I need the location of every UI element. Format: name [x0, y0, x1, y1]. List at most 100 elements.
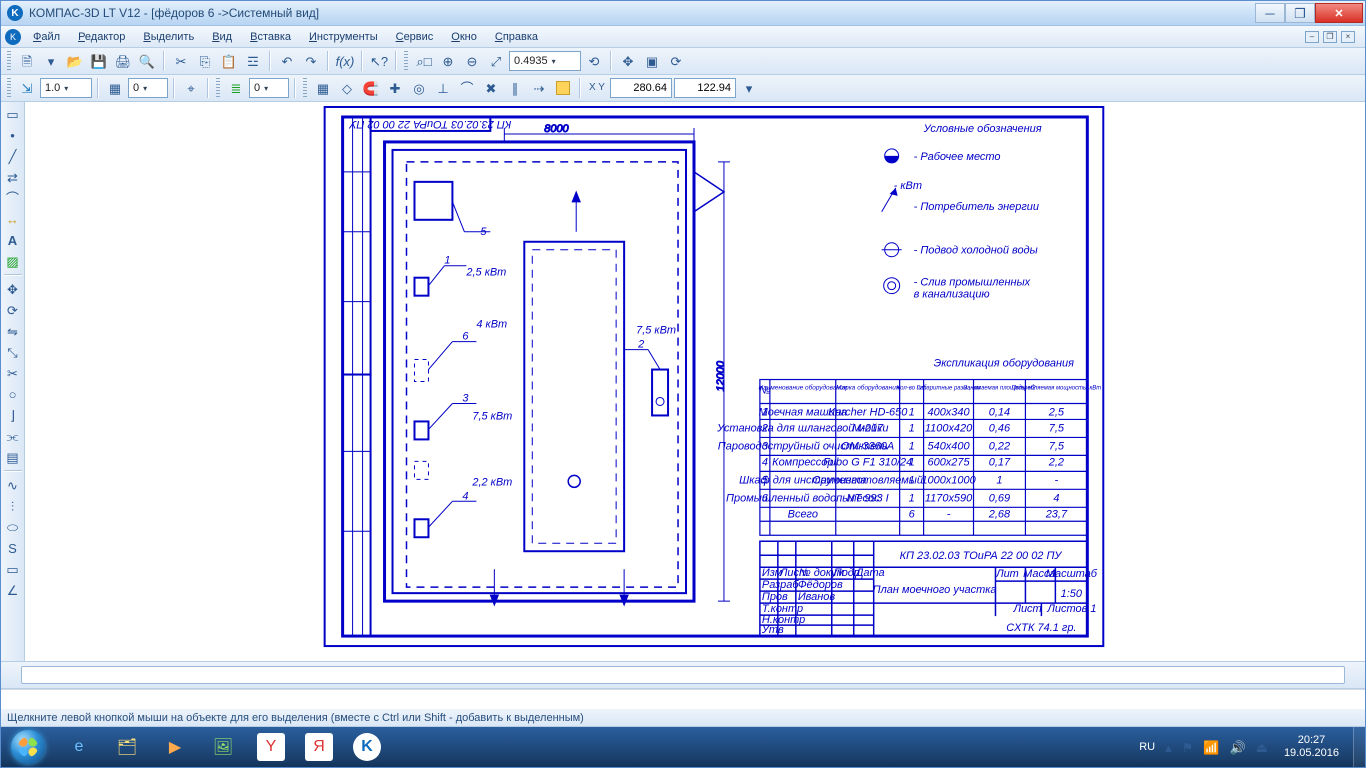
task-kompas[interactable]: K — [343, 727, 391, 767]
snap-int-icon[interactable]: ✚ — [384, 77, 406, 99]
linetype-button[interactable]: ≣ — [225, 77, 247, 99]
snap-tan-icon[interactable]: ⌒ — [456, 77, 478, 99]
zoom-in-button[interactable]: ⊕ — [437, 50, 459, 72]
edit-rotate-icon[interactable]: ⟳ — [3, 300, 23, 320]
redraw-button[interactable]: ⟳ — [665, 50, 687, 72]
snap-button[interactable]: ⌖ — [180, 77, 202, 99]
curve-bezier-icon[interactable]: S — [3, 538, 23, 558]
task-explorer[interactable]: 🗂 — [103, 727, 151, 767]
curve-ellipse-icon[interactable]: ⬭ — [3, 517, 23, 537]
curve-rect-icon[interactable]: ▭ — [3, 559, 23, 579]
preview-button[interactable]: 🔍 — [136, 50, 158, 72]
geometry-text-icon[interactable]: A — [3, 230, 23, 250]
snap-end-icon[interactable]: ◇ — [336, 77, 358, 99]
taskbar-clock[interactable]: 20:27 19.05.2016 — [1278, 734, 1345, 759]
line-weight-combo[interactable]: 1.0▾ — [40, 78, 92, 98]
network-icon[interactable]: 📶 — [1203, 741, 1219, 754]
layer-button[interactable]: ▦ — [104, 77, 126, 99]
eject-icon[interactable]: ⏏ — [1256, 741, 1268, 754]
task-yandex2[interactable]: Я — [295, 727, 343, 767]
edit-circle-icon[interactable]: ○ — [3, 384, 23, 404]
zoom-dynamic-button[interactable]: ⤢ — [485, 50, 507, 72]
geometry-dim-icon[interactable]: ↔ — [3, 209, 23, 229]
edit-fillet-icon[interactable]: ⌋ — [3, 405, 23, 425]
sound-icon[interactable]: 🔊 — [1229, 741, 1245, 754]
drawing-workspace[interactable]: КП 23.02.03 ТОиРА 22 00 02 ПУ — [25, 102, 1365, 661]
menu-service[interactable]: Сервис — [388, 29, 442, 45]
menu-editor[interactable]: Редактор — [70, 29, 133, 45]
curve-angle-icon[interactable]: ∠ — [3, 580, 23, 600]
print-button[interactable]: 🖨 — [112, 50, 134, 72]
curve-spline-icon[interactable]: ∿ — [3, 475, 23, 495]
task-media[interactable]: ▶ — [151, 727, 199, 767]
task-yandex1[interactable]: Y — [247, 727, 295, 767]
edit-mirror-icon[interactable]: ⇋ — [3, 321, 23, 341]
edit-array-icon[interactable]: ▤ — [3, 447, 23, 467]
geometry-hlink-icon[interactable]: ⇄ — [3, 167, 23, 187]
task-ie[interactable]: e — [55, 727, 103, 767]
menu-select[interactable]: Выделить — [135, 29, 202, 45]
undo-button[interactable]: ↶ — [276, 50, 298, 72]
curve-poly-icon[interactable]: ⫶ — [3, 496, 23, 516]
new-menu-button[interactable]: ▾ — [40, 50, 62, 72]
pan-button[interactable]: ✥ — [617, 50, 639, 72]
start-button[interactable] — [1, 727, 55, 767]
flag-icon[interactable]: ⚑ — [1182, 741, 1194, 754]
zoom-prev-button[interactable]: ⟲ — [583, 50, 605, 72]
menu-insert[interactable]: Вставка — [242, 29, 299, 45]
grid-button[interactable]: ▦ — [312, 77, 334, 99]
int1-combo[interactable]: 0▾ — [128, 78, 168, 98]
geometry-arc-icon[interactable]: ⌒ — [3, 188, 23, 208]
mdi-close-button[interactable]: × — [1341, 31, 1355, 43]
tray-up-icon[interactable]: ▴ — [1165, 741, 1172, 754]
mdi-restore-button[interactable]: ❐ — [1323, 31, 1337, 43]
snap-near-icon[interactable]: ✖ — [480, 77, 502, 99]
zoom-all-button[interactable]: ▣ — [641, 50, 663, 72]
geometry-hatch-icon[interactable]: ▨ — [3, 251, 23, 271]
ortho-button[interactable]: ⇲ — [16, 77, 38, 99]
edit-move-icon[interactable]: ✥ — [3, 279, 23, 299]
variable-button[interactable]: f(x) — [334, 50, 356, 72]
coord-y-input[interactable]: 122.94 — [674, 78, 736, 98]
command-prompt-input[interactable] — [21, 666, 1345, 684]
menu-window[interactable]: Окно — [443, 29, 485, 45]
geometry-line-icon[interactable]: ╱ — [3, 146, 23, 166]
geometry-point-icon[interactable]: • — [3, 125, 23, 145]
zoom-out-button[interactable]: ⊖ — [461, 50, 483, 72]
snap-par-icon[interactable]: ∥ — [504, 77, 526, 99]
coord-x-input[interactable]: 280.64 — [610, 78, 672, 98]
properties-button[interactable]: ☲ — [242, 50, 264, 72]
mdi-app-icon[interactable]: K — [5, 29, 21, 45]
menu-view[interactable]: Вид — [204, 29, 240, 45]
menu-tools[interactable]: Инструменты — [301, 29, 386, 45]
edit-scale-icon[interactable]: ⤡ — [3, 342, 23, 362]
menu-file[interactable]: Файл — [25, 29, 68, 45]
task-pictures[interactable]: 🖼 — [199, 727, 247, 767]
snap-node-icon[interactable] — [552, 77, 574, 99]
geometry-select-icon[interactable]: ▭ — [3, 104, 23, 124]
redo-button[interactable]: ↷ — [300, 50, 322, 72]
save-button[interactable]: 💾 — [88, 50, 110, 72]
int2-combo[interactable]: 0▾ — [249, 78, 289, 98]
maximize-button[interactable]: ❐ — [1285, 3, 1315, 23]
open-button[interactable]: 📂 — [64, 50, 86, 72]
minimize-button[interactable]: ─ — [1255, 3, 1285, 23]
help-cursor-button[interactable]: ↖? — [368, 50, 390, 72]
show-desktop-button[interactable] — [1353, 727, 1365, 767]
mdi-minimize-button[interactable]: – — [1305, 31, 1319, 43]
snap-perp-icon[interactable]: ⊥ — [432, 77, 454, 99]
snap-ext-icon[interactable]: ⇢ — [528, 77, 550, 99]
snap-cen-icon[interactable]: ◎ — [408, 77, 430, 99]
menu-help[interactable]: Справка — [487, 29, 546, 45]
snap-mid-icon[interactable]: 🧲 — [360, 77, 382, 99]
coord-dropdown[interactable]: ▾ — [738, 77, 760, 99]
copy-button[interactable]: ⎘ — [194, 50, 216, 72]
cut-button[interactable]: ✂ — [170, 50, 192, 72]
edit-trim-icon[interactable]: ✂ — [3, 363, 23, 383]
close-button[interactable]: ✕ — [1315, 3, 1363, 23]
new-doc-button[interactable]: 🗎 — [16, 50, 38, 72]
zoom-frame-button[interactable]: ⌕□ — [413, 50, 435, 72]
lang-indicator[interactable]: RU — [1139, 741, 1155, 753]
zoom-combo[interactable]: 0.4935▾ — [509, 51, 581, 71]
paste-button[interactable]: 📋 — [218, 50, 240, 72]
